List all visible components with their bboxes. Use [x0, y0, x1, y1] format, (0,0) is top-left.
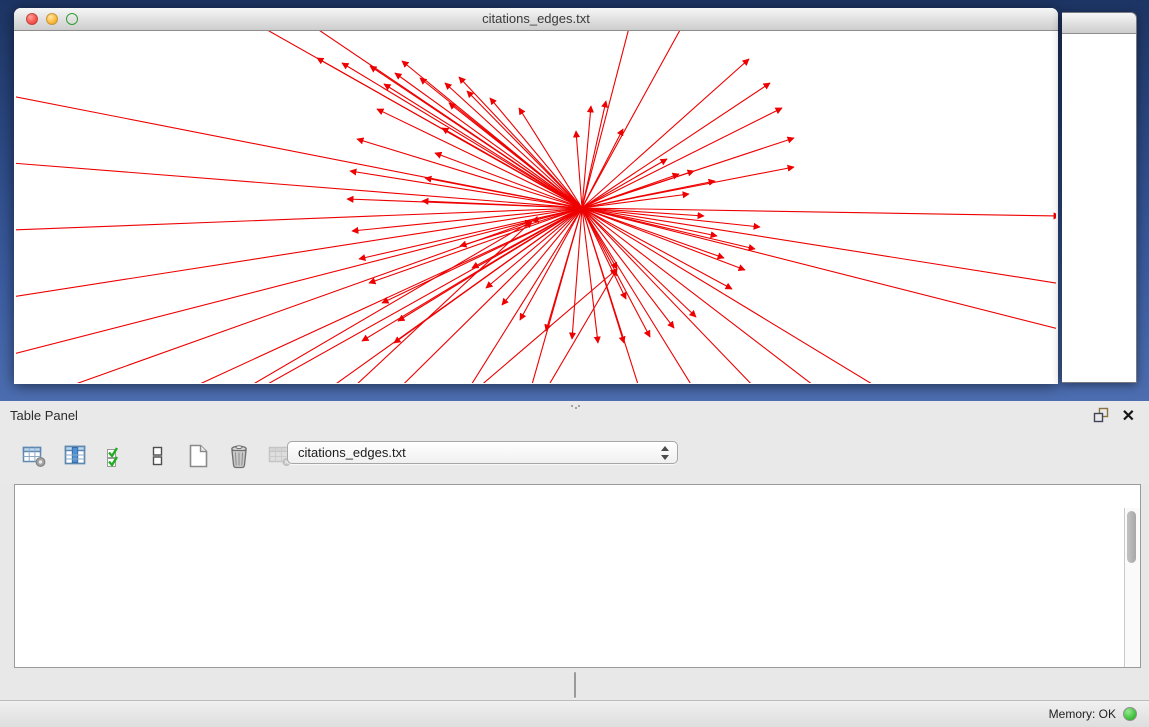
- graph-edge[interactable]: [395, 73, 582, 208]
- graph-edge[interactable]: [435, 153, 582, 208]
- zoom-button[interactable]: [66, 13, 78, 25]
- graph-edge[interactable]: [582, 101, 606, 208]
- row-height-button[interactable]: [143, 441, 171, 471]
- select-rows-button[interactable]: [102, 441, 130, 471]
- graph-edge[interactable]: [582, 108, 782, 208]
- status-bar: Memory: OK: [0, 700, 1149, 727]
- graph-edge[interactable]: [582, 208, 1056, 216]
- memory-status-icon[interactable]: [1123, 707, 1137, 721]
- table-panel-header: Table Panel ✕: [0, 401, 1149, 432]
- graph-edge[interactable]: [516, 269, 617, 383]
- graph-edge[interactable]: [582, 59, 749, 208]
- memory-status-label: Memory: OK: [1049, 707, 1116, 721]
- background-network-window[interactable]: [1062, 12, 1137, 383]
- graph-edge[interactable]: [416, 269, 617, 383]
- network-desktop: citations_edges.txt: [0, 0, 1149, 401]
- float-panel-icon[interactable]: [1092, 406, 1109, 428]
- create-table-button[interactable]: [184, 441, 212, 471]
- graph-edge[interactable]: [582, 208, 726, 383]
- graph-edge[interactable]: [582, 208, 1056, 291]
- table-header-row: [15, 485, 1140, 508]
- background-window-titlebar[interactable]: [1062, 13, 1136, 34]
- network-canvas-svg: [16, 31, 1056, 383]
- new-file-icon: [185, 442, 211, 470]
- background-network-canvas[interactable]: [1062, 34, 1135, 382]
- trash-icon: [226, 442, 252, 470]
- table-selector-dropdown[interactable]: citations_edges.txt: [287, 441, 678, 464]
- network-view-window: citations_edges.txt: [14, 8, 1058, 384]
- table-selector-value: citations_edges.txt: [298, 445, 406, 460]
- network-canvas[interactable]: [16, 31, 1056, 383]
- splitter-grip[interactable]: [570, 404, 580, 410]
- table-scrollbar[interactable]: [1124, 508, 1140, 667]
- graph-edge[interactable]: [582, 208, 1056, 341]
- graph-edge[interactable]: [582, 194, 689, 208]
- background-canvas-svg: [1062, 34, 1135, 382]
- node-table: [14, 484, 1141, 668]
- close-panel-icon[interactable]: ✕: [1122, 410, 1135, 424]
- graph-edge[interactable]: [342, 63, 582, 208]
- table-panel-title: Table Panel: [10, 401, 78, 431]
- close-button[interactable]: [26, 13, 38, 25]
- table-settings-icon: [21, 443, 47, 469]
- table-scrollbar-thumb[interactable]: [1127, 511, 1136, 563]
- row-height-icon: [147, 443, 167, 469]
- graph-edge[interactable]: [449, 103, 582, 208]
- graph-edge[interactable]: [576, 131, 582, 208]
- graph-edge[interactable]: [582, 31, 696, 208]
- select-column-button[interactable]: [61, 441, 89, 471]
- minimize-button[interactable]: [46, 13, 58, 25]
- window-titlebar[interactable]: citations_edges.txt: [14, 8, 1058, 31]
- table-toolbar: f(x) citations_edges.txt: [0, 432, 1149, 484]
- graph-edge[interactable]: [16, 161, 582, 208]
- select-rows-icon: [104, 443, 128, 469]
- select-column-icon: [62, 443, 88, 469]
- graph-edge[interactable]: [346, 208, 582, 383]
- graph-edge[interactable]: [582, 208, 966, 383]
- graph-edge[interactable]: [582, 208, 656, 383]
- graph-edge[interactable]: [490, 98, 582, 208]
- table-settings-button[interactable]: [20, 441, 48, 471]
- window-title: citations_edges.txt: [14, 8, 1058, 30]
- table-tabs-bar: [0, 672, 1149, 698]
- dropdown-arrows-icon: [660, 445, 671, 461]
- graph-edge[interactable]: [16, 91, 582, 208]
- delete-list-button[interactable]: [225, 441, 253, 471]
- graph-edge[interactable]: [16, 221, 532, 383]
- graph-edge[interactable]: [582, 208, 598, 343]
